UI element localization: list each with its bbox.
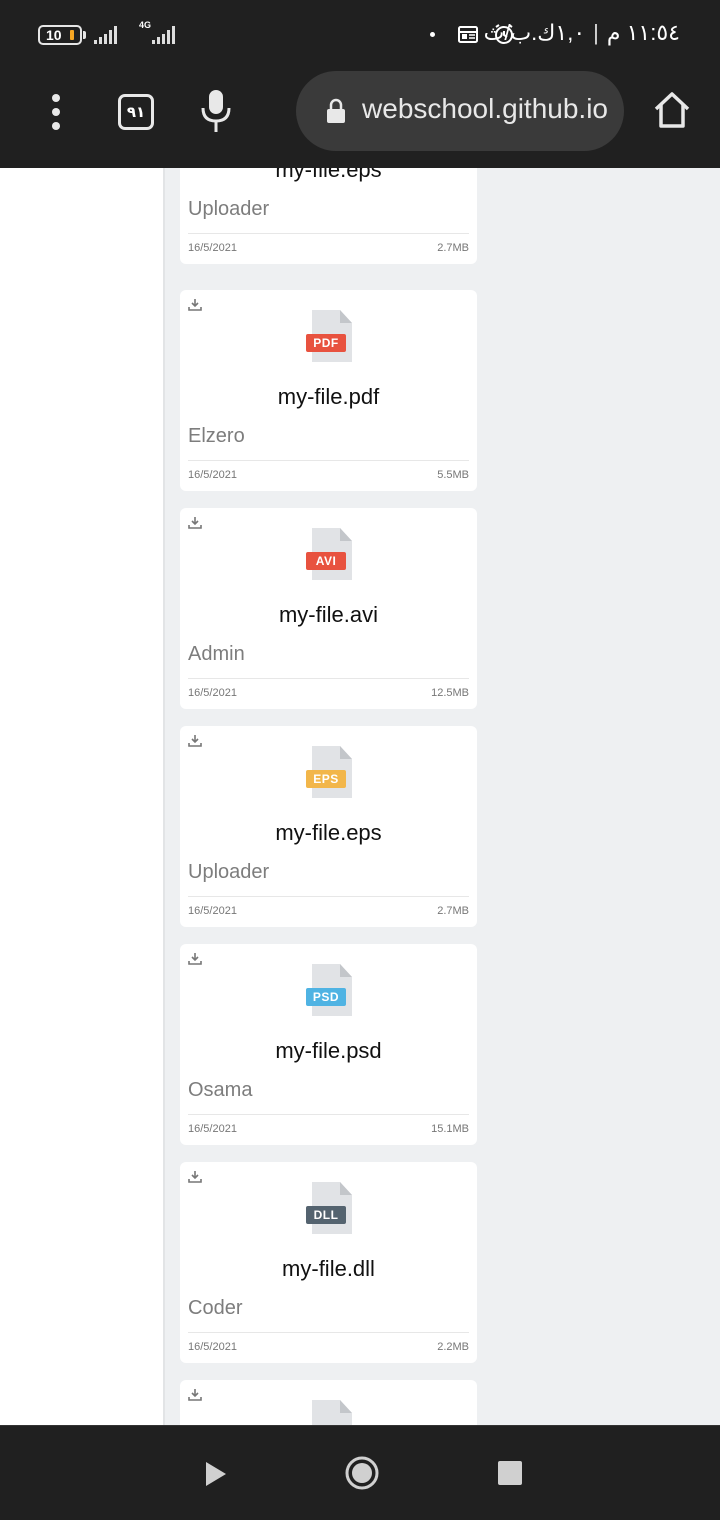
file-uploader: Coder bbox=[188, 1297, 243, 1319]
notification-dot-icon bbox=[430, 32, 435, 37]
file-date: 16/5/2021 bbox=[188, 469, 237, 481]
card-divider bbox=[188, 678, 469, 679]
file-card[interactable]: PDF my-file.pdf Elzero 16/5/2021 5.5MB bbox=[180, 290, 477, 491]
back-icon[interactable] bbox=[204, 1460, 228, 1488]
file-name: my-file.eps bbox=[275, 820, 382, 845]
mic-icon[interactable] bbox=[198, 88, 234, 134]
download-icon[interactable] bbox=[188, 1388, 202, 1402]
file-icon: AVI bbox=[306, 528, 352, 580]
home-icon[interactable] bbox=[652, 90, 692, 130]
status-bar: 10 4G ١١:٥٤ م | ١,٠ك.ب/ث bbox=[0, 0, 720, 68]
calendar-icon bbox=[458, 26, 478, 43]
signal-icon-2 bbox=[152, 26, 175, 44]
file-type-badge: DLL bbox=[306, 1206, 346, 1224]
file-type-badge: PDF bbox=[306, 334, 346, 352]
file-uploader: Elzero bbox=[188, 425, 245, 447]
file-name: my-file.psd bbox=[275, 1038, 382, 1063]
card-divider bbox=[188, 1114, 469, 1115]
download-icon[interactable] bbox=[188, 298, 202, 312]
page-viewport: EPS my-file.eps Uploader 16/5/2021 2.7MB… bbox=[0, 168, 720, 1425]
recent-apps-icon[interactable] bbox=[498, 1461, 522, 1485]
download-icon[interactable] bbox=[188, 1170, 202, 1184]
download-icon[interactable] bbox=[188, 734, 202, 748]
file-uploader: Osama bbox=[188, 1079, 253, 1101]
file-card[interactable]: PSD my-file.psd Osama 16/5/2021 15.1MB bbox=[180, 944, 477, 1145]
file-name: my-file.pdf bbox=[277, 384, 380, 409]
signal-icon bbox=[94, 26, 117, 44]
sidebar bbox=[0, 168, 163, 1425]
file-size: 2.7MB bbox=[437, 905, 469, 917]
file-card[interactable]: AVI my-file.avi Admin 16/5/2021 12.5MB bbox=[180, 508, 477, 709]
file-icon bbox=[306, 1400, 352, 1425]
card-divider bbox=[188, 1332, 469, 1333]
file-name: my-file.avi bbox=[278, 602, 378, 627]
file-type-badge: AVI bbox=[306, 552, 346, 570]
file-uploader: Uploader bbox=[188, 861, 270, 883]
file-date: 16/5/2021 bbox=[188, 687, 237, 699]
file-icon: EPS bbox=[306, 746, 352, 798]
battery-icon: 10 bbox=[38, 25, 82, 45]
file-card[interactable]: DLL my-file.dll Coder 16/5/2021 2.2MB bbox=[180, 1162, 477, 1363]
file-date: 16/5/2021 bbox=[188, 242, 237, 254]
file-size: 5.5MB bbox=[437, 469, 469, 481]
download-icon[interactable] bbox=[188, 516, 202, 530]
network-type: 4G bbox=[139, 20, 152, 30]
network-speed: ١,٠ك.ب/ث bbox=[483, 20, 586, 45]
status-time: ١١:٥٤ م bbox=[606, 20, 680, 45]
tab-count: ٩١ bbox=[126, 104, 146, 121]
battery-level: 10 bbox=[46, 27, 62, 43]
file-name: my-file.dll bbox=[282, 1256, 375, 1281]
file-card[interactable]: EPS my-file.eps Uploader 16/5/2021 2.7MB bbox=[180, 168, 477, 264]
file-card[interactable] bbox=[180, 1380, 477, 1425]
file-date: 16/5/2021 bbox=[188, 1341, 237, 1353]
card-divider bbox=[188, 460, 469, 461]
file-type-badge: PSD bbox=[306, 988, 346, 1006]
card-divider bbox=[188, 896, 469, 897]
sidebar-divider bbox=[163, 168, 165, 1425]
url-text[interactable]: elzerowebschool.github.io bbox=[362, 93, 608, 131]
file-size: 15.1MB bbox=[431, 1123, 469, 1135]
more-vert-icon[interactable] bbox=[50, 94, 62, 130]
file-date: 16/5/2021 bbox=[188, 905, 237, 917]
file-uploader: Admin bbox=[188, 643, 245, 665]
lock-icon[interactable] bbox=[326, 98, 346, 124]
tab-switcher-button[interactable]: ٩١ bbox=[118, 94, 154, 130]
home-nav-icon[interactable] bbox=[344, 1455, 380, 1491]
file-type-badge: EPS bbox=[306, 770, 346, 788]
file-icon: PDF bbox=[306, 310, 352, 362]
file-size: 2.7MB bbox=[437, 242, 469, 254]
download-icon[interactable] bbox=[188, 952, 202, 966]
status-right: ١١:٥٤ م | ١,٠ك.ب/ث bbox=[483, 20, 680, 45]
file-card[interactable]: EPS my-file.eps Uploader 16/5/2021 2.7MB bbox=[180, 726, 477, 927]
card-divider bbox=[188, 233, 469, 234]
file-uploader: Uploader bbox=[188, 198, 270, 220]
file-size: 12.5MB bbox=[431, 687, 469, 699]
file-name: my-file.eps bbox=[275, 168, 382, 182]
file-size: 2.2MB bbox=[437, 1341, 469, 1353]
file-date: 16/5/2021 bbox=[188, 1123, 237, 1135]
file-icon: DLL bbox=[306, 1182, 352, 1234]
file-icon: PSD bbox=[306, 964, 352, 1016]
